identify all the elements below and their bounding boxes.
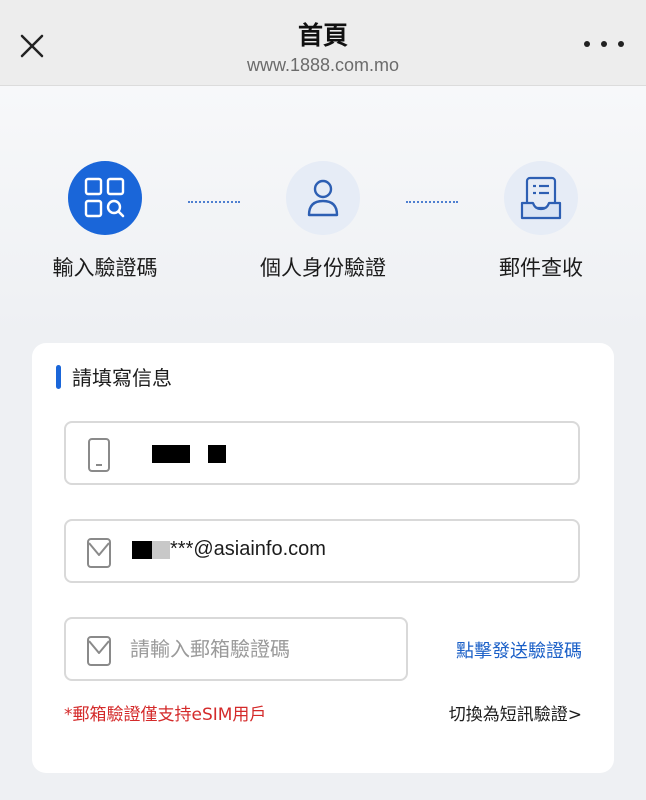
grid-search-icon — [84, 177, 125, 218]
page-url: www.1888.com.mo — [246, 55, 400, 75]
step-connector-1 — [188, 201, 240, 203]
progress-steps: 輸入驗證碼 個人身份驗證 郵件查收 — [0, 86, 646, 336]
send-code-button[interactable]: 點擊發送驗證碼 — [456, 637, 582, 663]
email-code-field[interactable] — [64, 617, 408, 681]
step-3-circle — [504, 161, 578, 235]
step-2-label: 個人身份驗證 — [260, 256, 386, 280]
browser-top-bar: 首頁 www.1888.com.mo — [0, 0, 646, 86]
step-1-label: 輸入驗證碼 — [52, 256, 158, 280]
email-field[interactable]: ***@asiainfo.com — [64, 519, 580, 583]
phone-field[interactable] — [64, 421, 580, 485]
form-card: 請填寫信息 ***@asiainfo.com 請輸入郵箱驗證碼 點擊發送驗證碼 … — [32, 343, 614, 773]
page-title: 首頁 — [297, 21, 348, 50]
section-accent-bar — [56, 365, 61, 389]
person-icon — [307, 179, 339, 217]
more-options-icon[interactable] — [584, 34, 624, 54]
esim-note: *郵箱驗證僅支持eSIM用戶 — [64, 705, 267, 725]
switch-to-sms-link[interactable]: 切換為短訊驗證> — [449, 700, 582, 725]
step-connector-2 — [406, 201, 458, 203]
step-1-circle — [68, 161, 142, 235]
step-2-circle — [286, 161, 360, 235]
section-title: 請填寫信息 — [72, 366, 172, 390]
email-value: ***@asiainfo.com — [132, 538, 326, 561]
mailbox-icon — [520, 176, 562, 220]
email-code-input[interactable] — [130, 633, 390, 665]
step-3-label: 郵件查收 — [499, 256, 583, 280]
phone-icon — [88, 438, 110, 472]
envelope-icon — [87, 538, 111, 568]
phone-value-redacted — [152, 445, 226, 463]
envelope-icon — [87, 636, 111, 666]
